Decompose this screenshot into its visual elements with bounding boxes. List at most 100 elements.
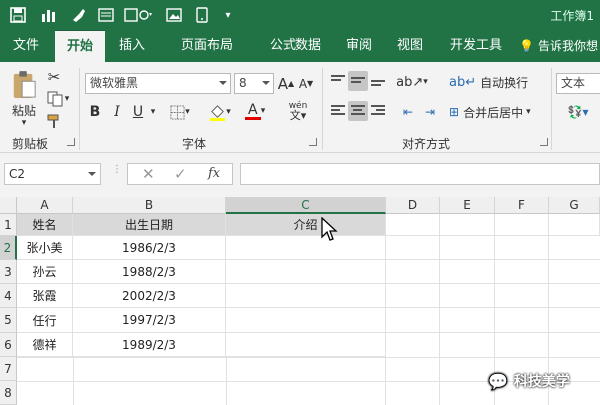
row-header-5[interactable]: 5	[0, 308, 17, 333]
decrease-indent-icon[interactable]: ⇤	[398, 102, 418, 122]
cell-g1[interactable]	[549, 214, 600, 236]
cell-c3[interactable]	[226, 260, 386, 284]
tab-page-layout[interactable]: 页面布局	[162, 30, 252, 62]
cell-e1[interactable]	[440, 214, 495, 236]
align-left-button[interactable]	[328, 101, 348, 121]
copy-icon[interactable]: ▾	[44, 90, 72, 108]
column-header-a[interactable]: A	[17, 197, 73, 214]
table-row-2-date[interactable]: 1988/2/3	[73, 260, 226, 284]
cancel-icon[interactable]: ✕	[142, 165, 155, 183]
table-row-3-date[interactable]: 2002/2/3	[73, 284, 226, 308]
underline-dropdown-icon[interactable]: ▾	[148, 102, 158, 122]
paste-dropdown-icon[interactable]: ▾	[14, 118, 34, 128]
row-header-2[interactable]: 2	[0, 236, 17, 260]
tab-file[interactable]: 文件	[2, 30, 50, 62]
mouse-pointer-icon	[321, 217, 338, 241]
formula-input[interactable]	[240, 163, 600, 185]
row-header-7[interactable]: 7	[0, 357, 17, 381]
orientation-button[interactable]: ab↗ ▾	[396, 72, 428, 92]
cell-a1[interactable]: 姓名	[17, 214, 73, 236]
merge-center-button[interactable]: ⊞ 合并后居中 ▾	[449, 102, 549, 122]
decrease-font-button[interactable]: A ▼	[297, 73, 315, 94]
tab-developer[interactable]: 开发工具	[440, 30, 512, 62]
row-header-6[interactable]: 6	[0, 333, 17, 357]
table-row-3-name[interactable]: 张霞	[17, 284, 73, 308]
watermark: 💬 科技美学	[488, 371, 570, 391]
table-row-1-date[interactable]: 1986/2/3	[73, 236, 226, 260]
cell-c5[interactable]	[226, 308, 386, 333]
enter-icon[interactable]: ✓	[174, 165, 187, 183]
wrap-text-button[interactable]: ab↵ 自动换行	[449, 72, 544, 92]
align-top-button[interactable]	[328, 71, 348, 91]
ribbon-home: 粘贴 ▾ ✂ ▾ 剪贴板 微软雅黑 8 A ▲ A ▼ B I U ▾ ▾ ▾ A ▾…	[0, 62, 600, 153]
image-icon[interactable]	[164, 5, 184, 25]
tab-home[interactable]: 开始	[55, 30, 105, 62]
table-row-5-name[interactable]: 德祥	[17, 333, 73, 357]
tab-review[interactable]: 审阅	[336, 30, 382, 62]
fill-color-button[interactable]: ▾	[204, 102, 236, 122]
cell-b1[interactable]: 出生日期	[73, 214, 226, 236]
tell-me-search[interactable]: 💡 告诉我你想	[519, 30, 598, 62]
font-name-dropdown[interactable]: 微软雅黑	[85, 73, 231, 94]
column-header-e[interactable]: E	[440, 197, 495, 214]
font-launcher-icon[interactable]	[309, 138, 317, 146]
form-icon[interactable]	[96, 5, 116, 25]
table-row-2-name[interactable]: 孙云	[17, 260, 73, 284]
name-box[interactable]: C2	[4, 163, 101, 185]
table-row-4-date[interactable]: 1997/2/3	[73, 308, 226, 333]
align-right-button[interactable]	[368, 101, 388, 121]
customize-qat-icon[interactable]: ▾	[218, 5, 238, 25]
table-row-1-name[interactable]: 张小美	[17, 236, 73, 260]
tab-insert[interactable]: 插入	[108, 30, 156, 62]
title-bar: ▾ 工作簿1	[0, 0, 600, 30]
cell-c2[interactable]	[226, 236, 386, 260]
chart-icon[interactable]	[38, 5, 58, 25]
increase-font-button[interactable]: A ▲	[277, 73, 295, 94]
table-row-5-date[interactable]: 1989/2/3	[73, 333, 226, 357]
wrap-text-icon: ab↵	[449, 74, 477, 90]
table-row-4-name[interactable]: 任行	[17, 308, 73, 333]
phonetic-button[interactable]: wén 文▾	[283, 100, 313, 122]
paste-label[interactable]: 粘贴	[8, 102, 40, 118]
column-header-c[interactable]: C	[226, 197, 386, 214]
align-middle-button[interactable]	[348, 71, 368, 91]
align-bottom-button[interactable]	[368, 71, 388, 91]
touch-icon[interactable]	[192, 5, 212, 25]
select-all-corner[interactable]	[0, 197, 17, 214]
italic-button[interactable]: I	[108, 102, 126, 122]
brush-icon[interactable]	[68, 5, 88, 25]
clipboard-launcher-icon[interactable]	[67, 138, 75, 146]
insert-function-icon[interactable]: fx	[208, 166, 220, 181]
cell-d1[interactable]	[386, 214, 440, 236]
cell-c1[interactable]: 介绍	[226, 214, 386, 236]
accounting-format-icon[interactable]: 💱▾	[558, 102, 598, 122]
window-title: 工作簿1	[550, 9, 594, 23]
row-header-4[interactable]: 4	[0, 284, 17, 308]
tab-view[interactable]: 视图	[387, 30, 433, 62]
cell-f1[interactable]	[495, 214, 549, 236]
sheet-nav-icon[interactable]	[122, 5, 156, 25]
increase-indent-icon[interactable]: ⇥	[420, 102, 440, 122]
number-format-dropdown[interactable]: 文本	[556, 73, 600, 94]
borders-button[interactable]: ▾	[166, 102, 194, 122]
bold-button[interactable]: B	[86, 102, 104, 122]
column-header-d[interactable]: D	[386, 197, 440, 214]
paste-button[interactable]	[8, 68, 40, 102]
save-icon[interactable]	[8, 5, 28, 25]
cut-icon[interactable]: ✂	[44, 68, 64, 86]
row-header-3[interactable]: 3	[0, 260, 17, 284]
font-size-dropdown[interactable]: 8	[234, 73, 274, 94]
column-header-f[interactable]: F	[495, 197, 549, 214]
row-header-8[interactable]: 8	[0, 381, 17, 405]
row-header-1[interactable]: 1	[0, 214, 17, 236]
cell-c4[interactable]	[226, 284, 386, 308]
tab-data[interactable]: 数据	[285, 30, 331, 62]
column-header-g[interactable]: G	[549, 197, 600, 214]
underline-button[interactable]: U	[129, 102, 147, 122]
column-header-b[interactable]: B	[73, 197, 226, 214]
cell-c6[interactable]	[226, 333, 386, 357]
alignment-launcher-icon[interactable]	[540, 138, 548, 146]
format-painter-icon[interactable]	[44, 112, 64, 130]
align-center-button[interactable]	[348, 101, 368, 121]
font-color-button[interactable]: A ▾	[240, 100, 270, 122]
